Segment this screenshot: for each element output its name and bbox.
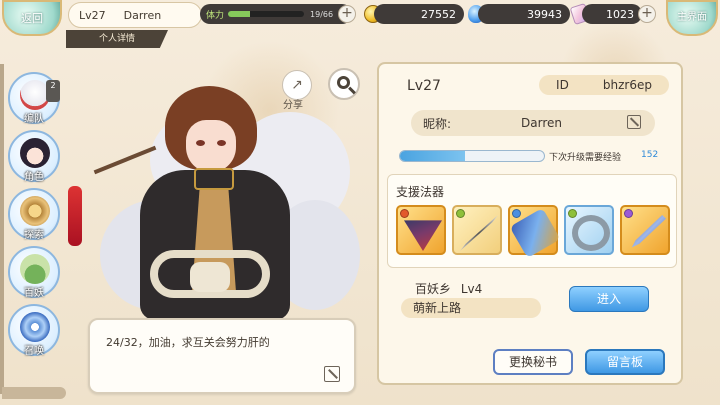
artifact-slot-4[interactable] bbox=[564, 205, 614, 255]
village-name: 百妖乡 bbox=[415, 282, 452, 296]
coin-value: 27552 bbox=[421, 7, 456, 21]
sword-icon bbox=[631, 215, 666, 248]
speech-text: 24/32，加油，求互关会努力肝的 bbox=[106, 336, 270, 349]
side-menu: 2 编队 角色 探索 百妖 召唤 bbox=[0, 64, 62, 394]
stamina-fill bbox=[228, 11, 251, 17]
edit-nickname-icon[interactable] bbox=[627, 115, 641, 129]
yokai-village: 百妖乡 Lv4 bbox=[415, 280, 482, 297]
nickname-label: 昵称: bbox=[423, 116, 452, 131]
pipe-tassel bbox=[68, 186, 82, 246]
nickname-row: 昵称: Darren bbox=[411, 110, 655, 136]
artifact-slot-5[interactable] bbox=[620, 205, 670, 255]
element-gem-icon bbox=[400, 209, 409, 218]
character-pipe bbox=[93, 145, 157, 175]
element-gem-icon bbox=[568, 209, 577, 218]
character-collar bbox=[194, 168, 234, 190]
character-eye bbox=[196, 140, 205, 146]
artifact-slot-3[interactable] bbox=[508, 205, 561, 259]
artifact-slot-2[interactable] bbox=[452, 205, 502, 255]
change-secretary-button[interactable]: 更换秘书 bbox=[493, 349, 573, 375]
edit-speech-icon[interactable] bbox=[324, 366, 340, 382]
yokai-icon bbox=[20, 254, 50, 284]
compass-icon bbox=[20, 196, 50, 226]
element-gem-icon bbox=[456, 209, 465, 218]
sidebar-item-label: 百妖 bbox=[24, 288, 44, 299]
character-face bbox=[186, 120, 236, 172]
back-button[interactable]: 返回 bbox=[2, 0, 62, 36]
rope-knot bbox=[190, 262, 230, 292]
element-gem-icon bbox=[624, 209, 633, 218]
stamina-track bbox=[228, 11, 305, 17]
character-eye bbox=[217, 140, 226, 146]
profile-panel: Lv27 ID bhzr6ep 昵称: Darren 下次升级需要经验 152 … bbox=[377, 62, 683, 385]
tab-personal-details[interactable]: 个人详情 bbox=[66, 30, 168, 48]
speech-bubble: 24/32，加油，求互关会努力肝的 bbox=[88, 318, 356, 394]
rail-base bbox=[2, 387, 66, 399]
message-board-button[interactable]: 留言板 bbox=[585, 349, 665, 375]
xp-bar bbox=[399, 150, 545, 162]
xp-fill bbox=[400, 151, 465, 161]
village-title: 萌新上路 bbox=[401, 298, 541, 318]
stamina-label: 体力 bbox=[206, 10, 225, 21]
coin-counter: 27552 bbox=[374, 4, 464, 24]
id-value: bhzr6ep bbox=[602, 78, 652, 92]
gem-counter: 39943 bbox=[478, 4, 570, 24]
ring-icon bbox=[572, 215, 610, 251]
ticket-counter: 1023 bbox=[582, 4, 642, 24]
sidebar-item-label: 探索 bbox=[24, 230, 44, 241]
share-label: 分享 bbox=[283, 100, 303, 111]
ticket-value: 1023 bbox=[606, 7, 634, 21]
main-menu-button[interactable]: 主界面 bbox=[666, 0, 718, 36]
add-stamina-button[interactable]: + bbox=[338, 5, 356, 23]
profile-level: Lv27 bbox=[407, 78, 441, 94]
screen: 返回 Lv27 Darren 个人详情 体力 19/66 + 27552 399… bbox=[0, 0, 720, 405]
search-icon-handle bbox=[348, 86, 356, 95]
sidebar-item-team[interactable]: 2 编队 bbox=[8, 72, 60, 125]
team-badge: 2 bbox=[46, 80, 60, 102]
stamina-bar: 体力 19/66 bbox=[200, 4, 352, 24]
add-ticket-button[interactable]: + bbox=[638, 5, 656, 23]
sidebar-item-label: 召唤 bbox=[24, 346, 44, 357]
sidebar-item-summon[interactable]: 召唤 bbox=[8, 304, 60, 357]
sidebar-item-characters[interactable]: 角色 bbox=[8, 130, 60, 183]
blade-icon bbox=[460, 215, 498, 251]
player-name: Darren bbox=[123, 8, 162, 22]
player-id: ID bhzr6ep bbox=[539, 75, 669, 95]
sidebar-item-label: 编队 bbox=[24, 114, 44, 125]
summon-swirl-icon bbox=[20, 312, 50, 342]
support-artifacts: 支援法器 bbox=[387, 174, 677, 268]
gem-value: 39943 bbox=[527, 7, 562, 21]
xp-label: 下次升级需要经验 bbox=[549, 153, 622, 163]
id-label: ID bbox=[556, 78, 569, 92]
zoom-button[interactable] bbox=[328, 68, 360, 100]
element-gem-icon bbox=[512, 209, 521, 218]
enter-village-button[interactable]: 进入 bbox=[569, 286, 649, 312]
player-level: Lv27 bbox=[79, 8, 106, 22]
character-icon bbox=[20, 138, 50, 168]
sidebar-item-label: 角色 bbox=[24, 172, 44, 183]
player-tag: Lv27 Darren bbox=[68, 2, 202, 28]
support-title: 支援法器 bbox=[396, 185, 445, 199]
village-level: Lv4 bbox=[460, 282, 483, 296]
sidebar-item-yokai[interactable]: 百妖 bbox=[8, 246, 60, 299]
sidebar-item-explore[interactable]: 探索 bbox=[8, 188, 60, 241]
artifact-slot-1[interactable] bbox=[396, 205, 446, 255]
nickname-value: Darren bbox=[521, 116, 563, 130]
fan-icon bbox=[404, 220, 442, 251]
stamina-value: 19/66 bbox=[310, 9, 334, 19]
xp-value: 152 bbox=[641, 150, 659, 160]
